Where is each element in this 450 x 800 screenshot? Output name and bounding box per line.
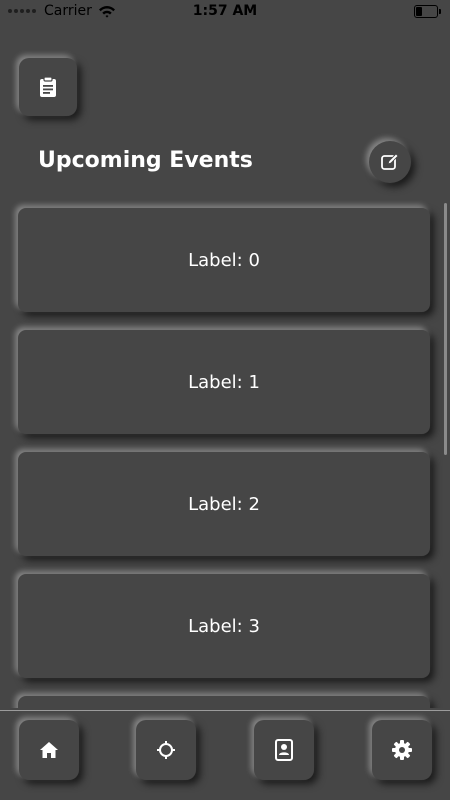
event-label: Label: 2 [188,493,260,515]
tab-location[interactable] [136,720,196,780]
clipboard-button[interactable] [19,58,77,116]
status-bar: Carrier 1:57 AM [0,0,450,24]
battery-icon [414,5,441,18]
edit-icon [380,152,400,172]
scrollbar[interactable] [444,203,447,455]
tab-home[interactable] [19,720,79,780]
tab-contacts[interactable] [254,720,314,780]
contact-card-icon [275,739,293,761]
page-title: Upcoming Events [38,148,253,173]
crosshair-icon [156,740,176,760]
home-icon [39,740,59,760]
tab-bar-divider [0,710,450,711]
clipboard-icon [39,76,57,98]
event-card[interactable]: Label: 2 [18,452,430,556]
event-card[interactable]: Label: 0 [18,208,430,312]
edit-button[interactable] [369,141,411,183]
gear-icon [391,739,413,761]
event-card[interactable] [18,696,430,708]
status-time: 1:57 AM [192,3,258,19]
events-list[interactable]: Label: 0 Label: 1 Label: 2 Label: 3 [0,200,450,708]
tab-settings[interactable] [372,720,432,780]
event-card[interactable]: Label: 1 [18,330,430,434]
event-label: Label: 0 [188,249,260,271]
event-label: Label: 3 [188,615,260,637]
event-label: Label: 1 [188,371,260,393]
event-card[interactable]: Label: 3 [18,574,430,678]
